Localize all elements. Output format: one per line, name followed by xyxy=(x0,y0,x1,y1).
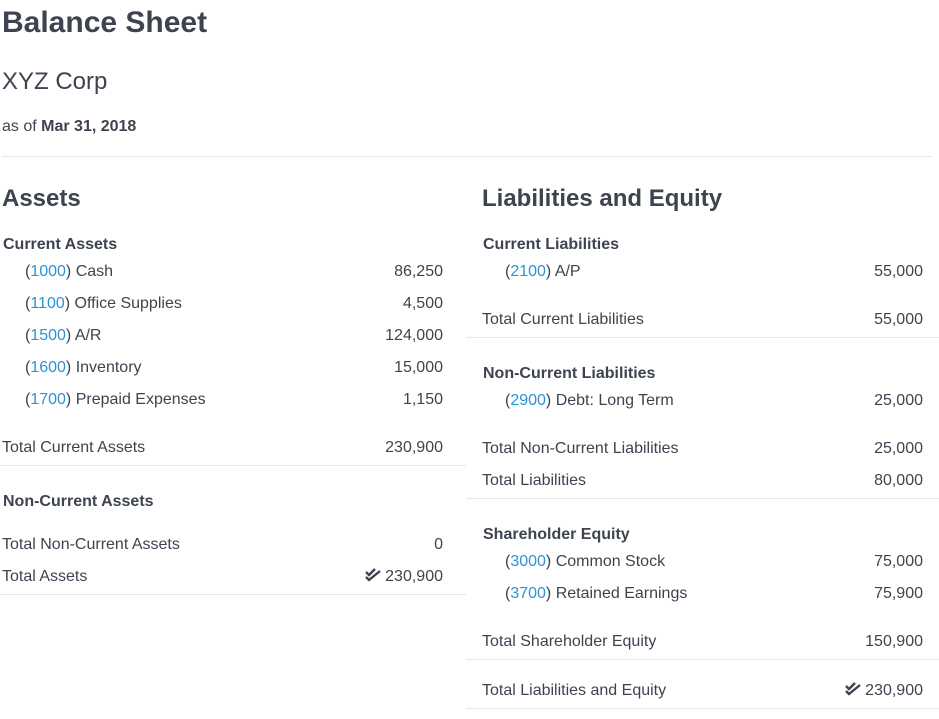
current-liabilities-label: Current Liabilities xyxy=(483,236,620,253)
list-item: (2100) A/P 55,000 xyxy=(480,260,923,284)
account-name: Prepaid Expenses xyxy=(75,391,206,408)
header-divider xyxy=(2,156,932,157)
shareholder-equity-label: Shareholder Equity xyxy=(483,526,630,543)
section-divider xyxy=(0,465,466,466)
account-amount: 1,150 xyxy=(402,391,443,408)
account-name: Debt: Long Term xyxy=(555,392,674,409)
account-amount: 15,000 xyxy=(394,359,443,376)
liabilities-equity-heading: Liabilities and Equity xyxy=(482,185,723,212)
page-title: Balance Sheet xyxy=(2,6,208,39)
account-code-link[interactable]: 1700 xyxy=(30,391,66,408)
total-liabilities-equity-amount: 230,900 xyxy=(865,682,923,699)
account-amount: 75,900 xyxy=(874,585,923,602)
account-label: (1100) Office Supplies xyxy=(25,295,182,312)
account-amount: 124,000 xyxy=(385,327,443,344)
list-item: (1000) Cash 86,250 xyxy=(0,260,443,284)
account-name: Inventory xyxy=(75,359,142,376)
total-amount: 230,900 xyxy=(365,565,443,589)
total-current-assets-row: Total Current Assets 230,900 xyxy=(2,436,443,460)
total-liabilities-equity-row: Total Liabilities and Equity 230,900 xyxy=(482,679,923,703)
account-amount: 55,000 xyxy=(874,263,923,280)
total-amount: 150,900 xyxy=(865,633,923,650)
list-item: (1600) Inventory 15,000 xyxy=(0,356,443,380)
account-amount: 75,000 xyxy=(874,553,923,570)
account-label: (1500) A/R xyxy=(25,327,102,344)
list-item: (1100) Office Supplies 4,500 xyxy=(0,292,443,316)
total-label: Total Assets xyxy=(2,568,88,585)
list-item: (3700) Retained Earnings 75,900 xyxy=(480,582,923,606)
account-label: (1000) Cash xyxy=(25,263,114,280)
total-amount: 0 xyxy=(434,536,443,553)
total-label: Total Liabilities xyxy=(482,472,587,489)
double-check-icon xyxy=(845,682,861,696)
account-amount: 4,500 xyxy=(402,295,443,312)
total-shareholder-equity-row: Total Shareholder Equity 150,900 xyxy=(482,630,923,654)
non-current-assets-label: Non-Current Assets xyxy=(3,493,154,510)
list-item: (1500) A/R 124,000 xyxy=(0,324,443,348)
list-item: (2900) Debt: Long Term 25,000 xyxy=(480,389,923,413)
list-item: (3000) Common Stock 75,000 xyxy=(480,550,923,574)
account-name: Cash xyxy=(75,263,114,280)
total-amount: 230,900 xyxy=(385,439,443,456)
total-current-liabilities-row: Total Current Liabilities 55,000 xyxy=(482,308,923,332)
total-amount: 55,000 xyxy=(874,311,923,328)
total-assets-amount: 230,900 xyxy=(385,568,443,585)
account-name: A/P xyxy=(554,263,581,280)
account-code-link[interactable]: 2900 xyxy=(510,392,546,409)
as-of-date: Mar 31, 2018 xyxy=(41,118,137,135)
section-divider xyxy=(466,708,939,709)
account-label: (3000) Common Stock xyxy=(505,553,666,570)
company-name: XYZ Corp xyxy=(2,68,108,95)
assets-heading: Assets xyxy=(2,185,81,212)
non-current-liabilities-label: Non-Current Liabilities xyxy=(483,365,656,382)
account-name: Office Supplies xyxy=(74,295,182,312)
account-code-link[interactable]: 1000 xyxy=(30,263,66,280)
total-label: Total Liabilities and Equity xyxy=(482,682,667,699)
total-label: Total Current Assets xyxy=(2,439,146,456)
total-non-current-liabilities-row: Total Non-Current Liabilities 25,000 xyxy=(482,437,923,461)
total-liabilities-row: Total Liabilities 80,000 xyxy=(482,469,923,493)
double-check-icon xyxy=(365,568,381,582)
account-label: (1600) Inventory xyxy=(25,359,142,376)
account-label: (2100) A/P xyxy=(505,263,581,280)
total-amount: 230,900 xyxy=(845,679,923,703)
account-amount: 25,000 xyxy=(874,392,923,409)
section-divider xyxy=(466,498,939,499)
account-label: (1700) Prepaid Expenses xyxy=(25,391,206,408)
account-code-link[interactable]: 1100 xyxy=(30,295,64,312)
account-name: Retained Earnings xyxy=(555,585,688,602)
section-divider xyxy=(466,659,939,660)
total-non-current-assets-row: Total Non-Current Assets 0 xyxy=(2,533,443,557)
total-label: Total Current Liabilities xyxy=(482,311,644,328)
total-label: Total Non-Current Liabilities xyxy=(482,440,679,457)
as-of-prefix: as of xyxy=(2,118,37,135)
account-name: A/R xyxy=(74,327,102,344)
account-code-link[interactable]: 3000 xyxy=(510,553,546,570)
section-divider xyxy=(0,594,466,595)
account-name: Common Stock xyxy=(555,553,666,570)
account-amount: 86,250 xyxy=(394,263,443,280)
as-of-line: as of Mar 31, 2018 xyxy=(2,118,136,136)
account-label: (3700) Retained Earnings xyxy=(505,585,688,602)
total-amount: 80,000 xyxy=(874,472,923,489)
total-label: Total Shareholder Equity xyxy=(482,633,657,650)
total-assets-row: Total Assets 230,900 xyxy=(2,565,443,589)
account-code-link[interactable]: 1600 xyxy=(30,359,66,376)
account-code-link[interactable]: 3700 xyxy=(510,585,546,602)
current-assets-label: Current Assets xyxy=(3,236,118,253)
total-label: Total Non-Current Assets xyxy=(2,536,180,553)
total-amount: 25,000 xyxy=(874,440,923,457)
account-code-link[interactable]: 2100 xyxy=(510,263,546,280)
section-divider xyxy=(466,337,939,338)
list-item: (1700) Prepaid Expenses 1,150 xyxy=(0,388,443,412)
account-label: (2900) Debt: Long Term xyxy=(505,392,674,409)
account-code-link[interactable]: 1500 xyxy=(30,327,66,344)
